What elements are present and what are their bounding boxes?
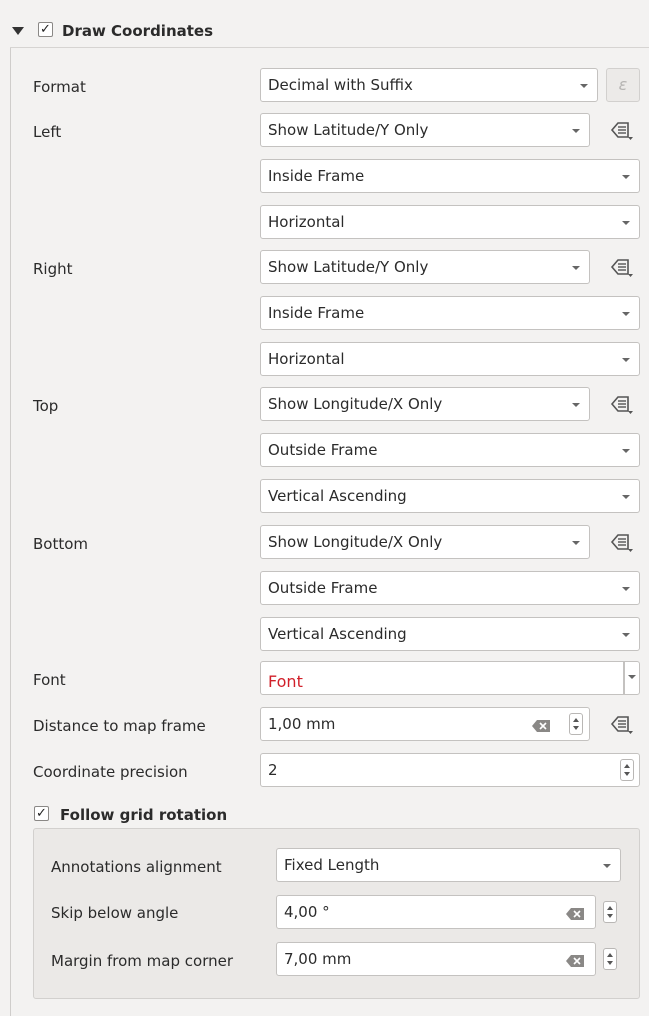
top-display-value: Show Longitude/X Only xyxy=(268,395,443,413)
triangle-down-icon[interactable] xyxy=(12,27,24,35)
chevron-down-icon xyxy=(572,266,580,270)
distance-value: 1,00 mm xyxy=(268,715,336,733)
top-label: Top xyxy=(33,397,59,415)
chevron-down-icon xyxy=(572,403,580,407)
skip-angle-value: 4,00 ° xyxy=(284,903,330,921)
right-display-value: Show Latitude/Y Only xyxy=(268,258,429,276)
draw-coordinates-checkbox[interactable]: ✓ xyxy=(38,22,53,37)
chevron-down-icon xyxy=(622,449,630,453)
chevron-down-icon xyxy=(622,633,630,637)
chevron-down-icon xyxy=(622,495,630,499)
arrow-down-icon xyxy=(607,914,613,918)
chevron-down-icon xyxy=(622,175,630,179)
distance-stepper[interactable] xyxy=(569,713,583,735)
alignment-label: Annotations alignment xyxy=(51,858,222,876)
distance-label: Distance to map frame xyxy=(33,717,206,735)
right-direction-value: Horizontal xyxy=(268,350,345,368)
left-label: Left xyxy=(33,123,62,141)
chevron-down-icon xyxy=(622,312,630,316)
data-defined-override-icon[interactable] xyxy=(606,389,636,419)
bottom-label: Bottom xyxy=(33,535,89,553)
font-menu-button[interactable] xyxy=(624,661,640,695)
left-direction-value: Horizontal xyxy=(268,213,345,231)
bottom-position-select[interactable]: Outside Frame xyxy=(260,571,640,605)
font-button[interactable]: Font xyxy=(260,661,624,695)
top-direction-value: Vertical Ascending xyxy=(268,487,407,505)
skip-angle-label: Skip below angle xyxy=(51,904,179,922)
left-position-value: Inside Frame xyxy=(268,167,365,185)
margin-spinbox[interactable]: 7,00 mm xyxy=(276,942,596,976)
arrow-up-icon xyxy=(573,718,579,722)
right-label: Right xyxy=(33,260,73,278)
skip-angle-spinbox[interactable]: 4,00 ° xyxy=(276,895,596,929)
precision-label: Coordinate precision xyxy=(33,763,188,781)
format-select-value: Decimal with Suffix xyxy=(268,76,413,94)
expression-button[interactable]: ε xyxy=(606,68,640,102)
data-defined-override-icon[interactable] xyxy=(606,252,636,282)
left-display-select[interactable]: Show Latitude/Y Only xyxy=(260,113,590,147)
margin-value: 7,00 mm xyxy=(284,950,352,968)
bottom-position-value: Outside Frame xyxy=(268,579,378,597)
data-defined-override-icon[interactable] xyxy=(606,115,636,145)
arrow-up-icon xyxy=(607,906,613,910)
margin-label: Margin from map corner xyxy=(51,952,233,970)
chevron-down-icon xyxy=(622,221,630,225)
arrow-down-icon xyxy=(624,772,630,776)
arrow-down-icon xyxy=(573,726,579,730)
right-display-select[interactable]: Show Latitude/Y Only xyxy=(260,250,590,284)
follow-rotation-label: Follow grid rotation xyxy=(60,806,228,824)
arrow-up-icon xyxy=(607,953,613,957)
chevron-down-icon xyxy=(580,84,588,88)
chevron-down-icon xyxy=(572,541,580,545)
follow-rotation-checkbox[interactable]: ✓ xyxy=(34,806,49,821)
group-title: Draw Coordinates xyxy=(62,22,214,40)
font-label: Font xyxy=(33,671,66,689)
chevron-down-icon xyxy=(603,864,611,868)
left-direction-select[interactable]: Horizontal xyxy=(260,205,640,239)
top-position-value: Outside Frame xyxy=(268,441,378,459)
chevron-down-icon xyxy=(622,358,630,362)
chevron-down-icon xyxy=(628,675,636,679)
alignment-select[interactable]: Fixed Length xyxy=(276,848,621,882)
data-defined-override-icon[interactable] xyxy=(606,709,636,739)
chevron-down-icon xyxy=(622,587,630,591)
bottom-direction-select[interactable]: Vertical Ascending xyxy=(260,617,640,651)
data-defined-override-icon[interactable] xyxy=(606,527,636,557)
bottom-direction-value: Vertical Ascending xyxy=(268,625,407,643)
top-position-select[interactable]: Outside Frame xyxy=(260,433,640,467)
precision-stepper[interactable] xyxy=(620,759,634,781)
clear-icon[interactable] xyxy=(532,718,550,732)
margin-stepper[interactable] xyxy=(603,948,617,970)
bottom-display-select[interactable]: Show Longitude/X Only xyxy=(260,525,590,559)
left-display-value: Show Latitude/Y Only xyxy=(268,121,429,139)
clear-icon[interactable] xyxy=(566,953,584,967)
right-position-value: Inside Frame xyxy=(268,304,365,322)
skip-angle-stepper[interactable] xyxy=(603,901,617,923)
right-position-select[interactable]: Inside Frame xyxy=(260,296,640,330)
top-direction-select[interactable]: Vertical Ascending xyxy=(260,479,640,513)
clear-icon[interactable] xyxy=(566,906,584,920)
chevron-down-icon xyxy=(572,129,580,133)
precision-spinbox[interactable]: 2 xyxy=(260,753,640,787)
bottom-display-value: Show Longitude/X Only xyxy=(268,533,443,551)
arrow-down-icon xyxy=(607,961,613,965)
format-select[interactable]: Decimal with Suffix xyxy=(260,68,598,102)
alignment-value: Fixed Length xyxy=(284,856,380,874)
top-display-select[interactable]: Show Longitude/X Only xyxy=(260,387,590,421)
arrow-up-icon xyxy=(624,764,630,768)
right-direction-select[interactable]: Horizontal xyxy=(260,342,640,376)
left-position-select[interactable]: Inside Frame xyxy=(260,159,640,193)
precision-value: 2 xyxy=(268,761,278,779)
format-label: Format xyxy=(33,78,86,96)
